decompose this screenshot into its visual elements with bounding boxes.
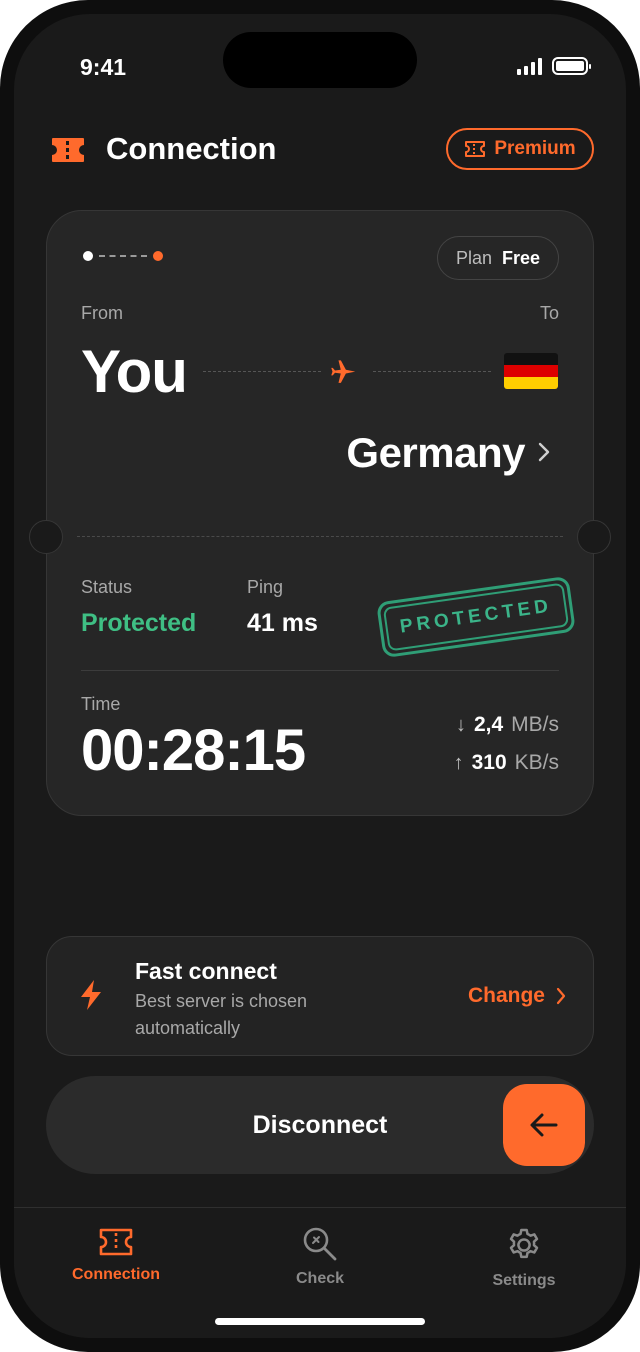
plan-label: Plan xyxy=(455,247,492,268)
airplane-icon xyxy=(331,360,356,383)
stamp-text: PROTECTED xyxy=(382,582,570,652)
ticket-perforation xyxy=(77,536,563,537)
arrow-left-icon xyxy=(530,1113,558,1137)
ticket-notch-right xyxy=(577,520,611,554)
route-line-right xyxy=(373,371,491,372)
destination-country[interactable]: Germany xyxy=(346,429,525,477)
phone-frame: 9:41 Connection Premium Plan Free From T… xyxy=(0,0,640,1352)
upload-unit: KB/s xyxy=(514,751,559,774)
disconnect-handle[interactable] xyxy=(503,1084,585,1166)
from-label: From xyxy=(81,303,123,323)
status-label: Status xyxy=(81,577,133,597)
tab-settings[interactable]: Settings xyxy=(454,1226,594,1290)
disconnect-slider[interactable]: Disconnect xyxy=(46,1076,594,1174)
connection-card: Plan Free From To You Germany Status Pro… xyxy=(29,210,611,816)
tab-label: Connection xyxy=(72,1266,160,1283)
fast-connect-title: Fast connect xyxy=(135,958,277,984)
ticket-notch-left xyxy=(29,520,63,554)
signal-icon xyxy=(517,57,542,75)
arrow-up-icon: ↑ xyxy=(453,752,464,774)
upload-speed: ↑ 310 KB/s xyxy=(454,751,559,775)
home-indicator xyxy=(215,1318,425,1325)
lightning-icon xyxy=(81,980,101,1010)
premium-label: Premium xyxy=(494,138,576,159)
page-title: Connection xyxy=(106,131,277,166)
chevron-right-icon[interactable] xyxy=(555,987,567,1005)
ping-value: 41 ms xyxy=(247,609,318,637)
download-speed: ↓ 2,4 MB/s xyxy=(456,713,559,737)
plan-badge[interactable]: Plan Free xyxy=(436,236,559,280)
fast-connect-subtitle: Best server is chosen automatically xyxy=(135,991,308,1038)
route-line-left xyxy=(203,371,321,372)
download-unit: MB/s xyxy=(511,713,559,736)
ticket-icon xyxy=(465,141,486,157)
session-timer: 00:28:15 xyxy=(81,718,306,783)
download-value: 2,4 xyxy=(473,713,504,736)
to-label: To xyxy=(539,303,559,323)
chevron-right-icon[interactable] xyxy=(537,441,551,463)
gear-icon xyxy=(509,1228,539,1259)
ticket-icon xyxy=(99,1228,133,1256)
status-time: 9:41 xyxy=(80,54,127,80)
ticket-icon xyxy=(52,138,84,162)
screen: 9:41 Connection Premium Plan Free From T… xyxy=(14,14,626,1338)
protected-stamp: PROTECTED xyxy=(376,575,576,659)
tab-label: Settings xyxy=(492,1272,556,1289)
from-value: You xyxy=(81,338,188,405)
status-value: Protected xyxy=(81,609,197,637)
premium-button[interactable]: Premium xyxy=(446,128,594,170)
dynamic-island xyxy=(223,32,417,88)
tab-label: Check xyxy=(295,1270,345,1287)
germany-flag-icon xyxy=(504,353,558,389)
tab-check[interactable]: Check xyxy=(250,1226,390,1288)
arrow-down-icon: ↓ xyxy=(455,714,466,736)
change-link[interactable]: Change xyxy=(468,984,545,1008)
magnifier-icon xyxy=(303,1227,337,1261)
route-indicator xyxy=(83,251,163,261)
battery-icon xyxy=(552,57,591,75)
upload-value: 310 xyxy=(471,751,507,774)
time-label: Time xyxy=(81,694,121,714)
divider xyxy=(81,670,559,671)
plan-value: Free xyxy=(501,247,540,268)
ping-label: Ping xyxy=(247,577,284,597)
fast-connect-card[interactable]: Fast connect Best server is chosen autom… xyxy=(46,936,594,1056)
tab-connection[interactable]: Connection xyxy=(46,1226,186,1284)
status-indicators xyxy=(517,57,591,75)
